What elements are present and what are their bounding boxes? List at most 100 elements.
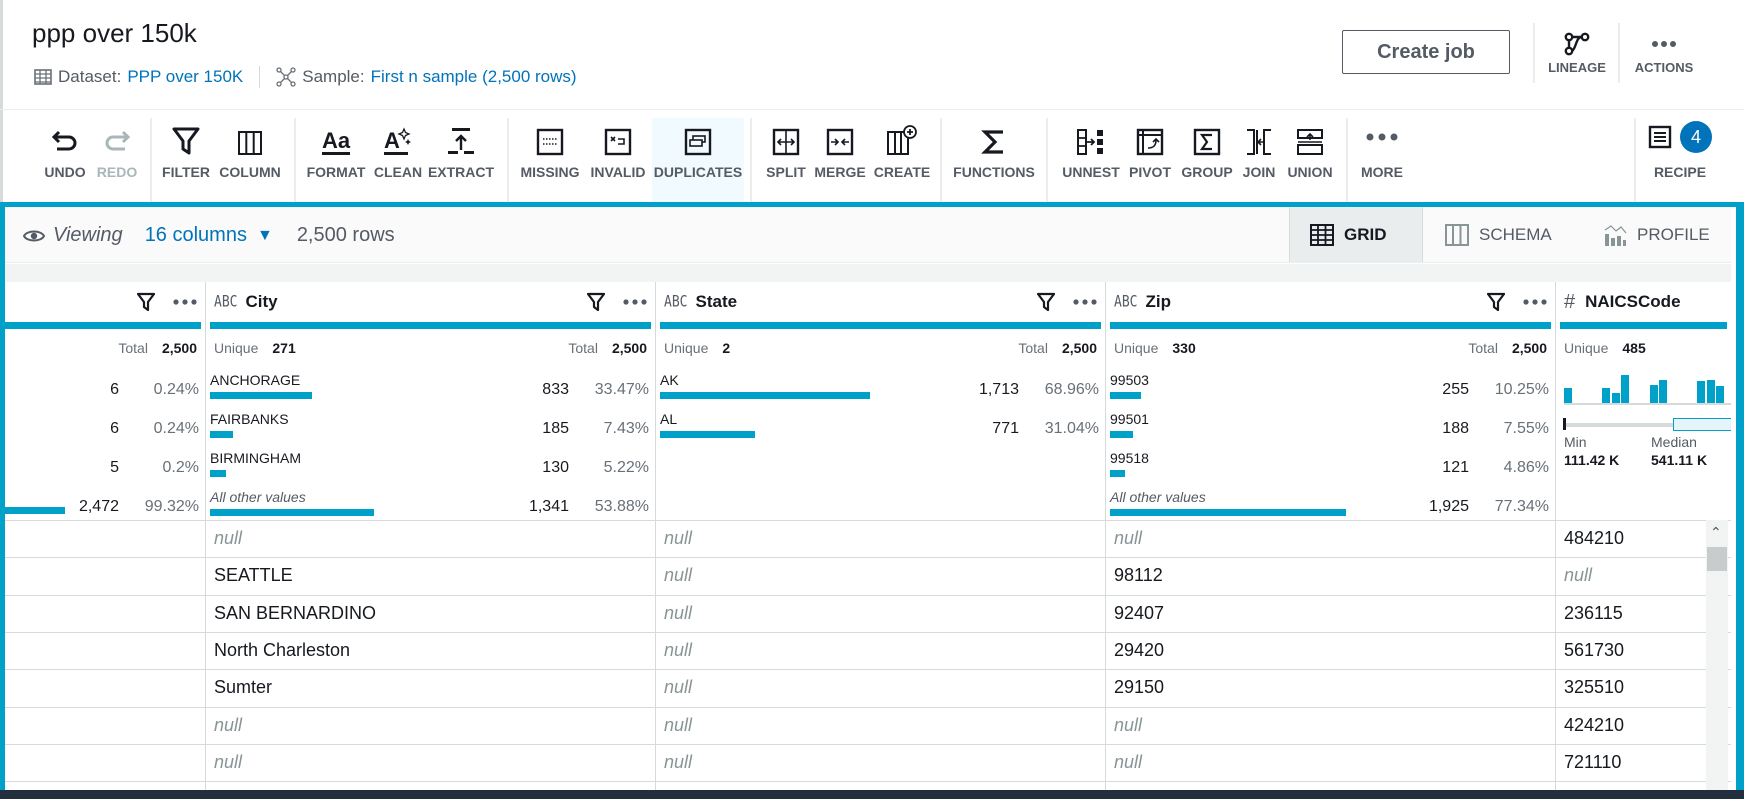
cell-state[interactable]: null <box>664 752 692 773</box>
histogram-bar[interactable] <box>1659 380 1667 403</box>
column-filter-icon[interactable] <box>1487 292 1505 312</box>
filter-button[interactable]: FILTER <box>160 118 212 202</box>
cell-city[interactable]: SEATTLE <box>214 565 293 586</box>
create-job-button[interactable]: Create job <box>1342 30 1510 74</box>
value-distribution-row[interactable]: AK 1,713 68.96% <box>656 372 1105 410</box>
cell-zip[interactable]: 98112 <box>1114 565 1163 586</box>
cell-naics[interactable]: 325510 <box>1564 677 1624 698</box>
clean-button[interactable]: A CLEAN <box>372 118 424 202</box>
tab-profile[interactable]: PROFILE <box>1583 207 1730 262</box>
tab-schema[interactable]: SCHEMA <box>1425 207 1572 262</box>
histogram-bar[interactable] <box>1611 393 1620 403</box>
value-distribution-row[interactable]: FAIRBANKS 185 7.43% <box>206 411 655 449</box>
actions-button[interactable]: ACTIONS <box>1624 28 1704 75</box>
value-distribution-row[interactable]: 99501 188 7.55% <box>1106 411 1555 449</box>
column-header[interactable]: # NAICSCode <box>1556 282 1731 322</box>
cell-city[interactable]: null <box>214 752 242 773</box>
histogram-bar[interactable] <box>1697 381 1705 403</box>
cell-naics[interactable]: 561730 <box>1564 640 1624 661</box>
cell-city[interactable]: Sumter <box>214 677 272 698</box>
column-menu-icon[interactable] <box>623 299 647 305</box>
column-header[interactable]: ABC Zip <box>1106 282 1555 322</box>
format-button[interactable]: Aa FORMAT <box>304 118 368 202</box>
value-distribution-row[interactable]: 99518 121 4.86% <box>1106 450 1555 488</box>
column-header[interactable]: ABC City <box>206 282 655 322</box>
value-distribution-row[interactable]: 6 0.24% <box>5 411 205 449</box>
histogram-bar[interactable] <box>1706 380 1715 403</box>
value-distribution-row[interactable]: All other values 1,341 53.88% <box>206 489 655 527</box>
column-header[interactable]: ABC State <box>656 282 1105 322</box>
cell-zip[interactable]: null <box>1114 528 1142 549</box>
cell-city[interactable]: null <box>214 715 242 736</box>
dataset-link[interactable]: PPP over 150K <box>127 67 243 87</box>
value-distribution-row[interactable]: ANCHORAGE 833 33.47% <box>206 372 655 410</box>
duplicates-button[interactable]: DUPLICATES <box>652 118 744 202</box>
scroll-up-icon[interactable]: ⌃ <box>1710 524 1722 541</box>
histogram-bar[interactable] <box>1649 384 1658 403</box>
column-filter-icon[interactable] <box>1037 292 1055 312</box>
column-filter-icon[interactable] <box>137 292 155 312</box>
missing-button[interactable]: MISSING <box>518 118 582 202</box>
value-distribution-row[interactable]: 2,472 99.32% <box>5 489 205 527</box>
join-button[interactable]: JOIN <box>1238 118 1280 202</box>
missing-label: MISSING <box>520 164 580 180</box>
extract-button[interactable]: EXTRACT <box>428 118 494 202</box>
cell-zip[interactable]: null <box>1114 752 1142 773</box>
cell-zip[interactable]: 92407 <box>1114 603 1164 624</box>
more-button[interactable]: MORE <box>1356 118 1408 202</box>
group-button[interactable]: GROUP <box>1180 118 1234 202</box>
cell-naics[interactable]: 424210 <box>1564 715 1624 736</box>
column-stats: Unique 485 <box>1564 338 1723 358</box>
column-button[interactable]: COLUMN <box>216 118 284 202</box>
cell-naics[interactable]: null <box>1564 565 1592 586</box>
create-column-button[interactable]: CREATE <box>872 118 932 202</box>
unnest-button[interactable]: UNNEST <box>1058 118 1124 202</box>
undo-button[interactable]: UNDO <box>40 118 90 202</box>
value-distribution-row[interactable]: 99503 255 10.25% <box>1106 372 1555 410</box>
column-stats: Unique 2 Total 2,500 <box>664 338 1097 358</box>
cell-city[interactable]: North Charleston <box>214 640 350 661</box>
scrollbar-thumb[interactable] <box>1707 547 1727 571</box>
value-distribution-row[interactable]: BIRMINGHAM 130 5.22% <box>206 450 655 488</box>
cell-state[interactable]: null <box>664 528 692 549</box>
cell-naics[interactable]: 236115 <box>1564 603 1623 624</box>
histogram-bar[interactable] <box>1621 375 1629 403</box>
more-dots-icon <box>1366 133 1398 141</box>
invalid-button[interactable]: INVALID <box>588 118 648 202</box>
sample-link[interactable]: First n sample (2,500 rows) <box>371 67 577 87</box>
cell-city[interactable]: SAN BERNARDINO <box>214 603 376 624</box>
cell-state[interactable]: null <box>664 565 692 586</box>
column-menu-icon[interactable] <box>1523 299 1547 305</box>
redo-button[interactable]: REDO <box>92 118 142 202</box>
column-filter-icon[interactable] <box>587 292 605 312</box>
histogram-bar[interactable] <box>1564 387 1572 403</box>
columns-dropdown[interactable]: 16 columns <box>145 224 247 247</box>
cell-state[interactable]: null <box>664 677 692 698</box>
cell-zip[interactable]: 29420 <box>1114 640 1164 661</box>
cell-zip[interactable]: null <box>1114 715 1142 736</box>
caret-down-icon[interactable]: ▼ <box>257 227 273 245</box>
recipe-button[interactable]: 4 RECIPE <box>1640 118 1720 202</box>
functions-button[interactable]: FUNCTIONS <box>952 118 1036 202</box>
cell-naics[interactable]: 484210 <box>1564 528 1624 549</box>
cell-city[interactable]: null <box>214 528 242 549</box>
pivot-button[interactable]: PIVOT <box>1126 118 1174 202</box>
value-distribution-row[interactable]: 6 0.24% <box>5 372 205 410</box>
histogram-bar[interactable] <box>1716 386 1724 403</box>
union-button[interactable]: UNION <box>1284 118 1336 202</box>
cell-zip[interactable]: 29150 <box>1114 677 1164 698</box>
cell-naics[interactable]: 721110 <box>1564 752 1621 773</box>
value-distribution-row[interactable]: All other values 1,925 77.34% <box>1106 489 1555 527</box>
tab-grid[interactable]: GRID <box>1289 207 1423 262</box>
column-menu-icon[interactable] <box>173 299 197 305</box>
split-button[interactable]: SPLIT <box>762 118 810 202</box>
merge-button[interactable]: MERGE <box>812 118 868 202</box>
cell-state[interactable]: null <box>664 640 692 661</box>
lineage-button[interactable]: LINEAGE <box>1537 28 1617 75</box>
value-distribution-row[interactable]: AL 771 31.04% <box>656 411 1105 449</box>
cell-state[interactable]: null <box>664 715 692 736</box>
histogram-bar[interactable] <box>1602 387 1610 403</box>
column-menu-icon[interactable] <box>1073 299 1097 305</box>
cell-state[interactable]: null <box>664 603 692 624</box>
value-distribution-row[interactable]: 5 0.2% <box>5 450 205 488</box>
